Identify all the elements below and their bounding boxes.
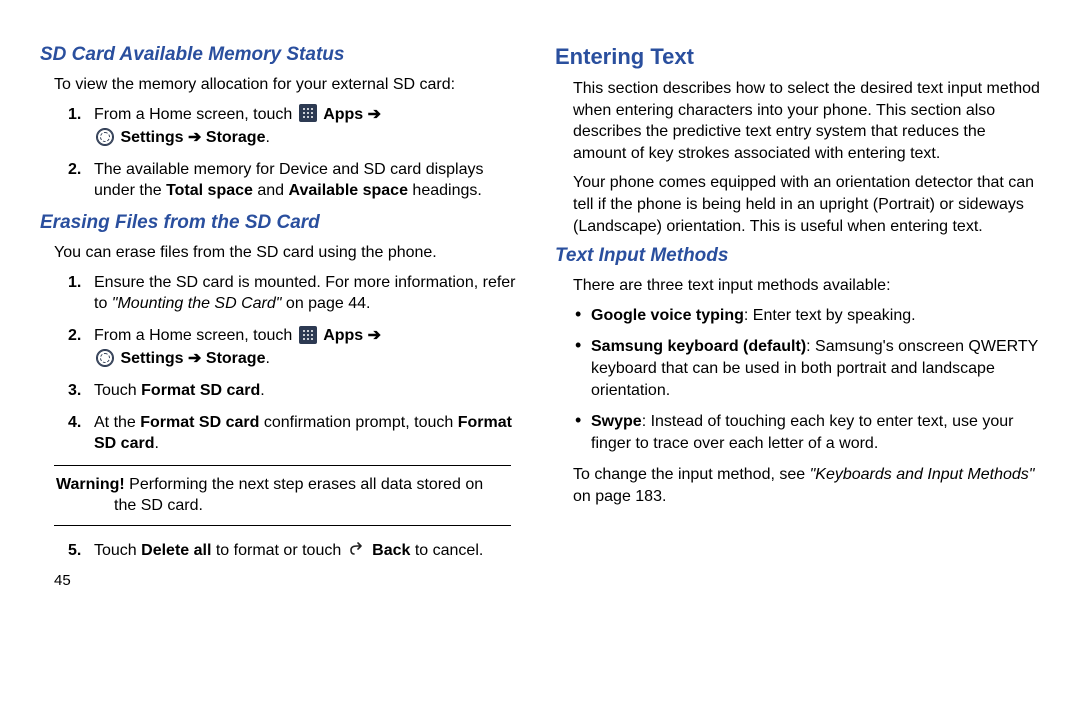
change-input-note: To change the input method, see "Keyboar…: [573, 464, 1040, 507]
arrow-icon: ➔: [188, 350, 201, 367]
step-number: 2.: [68, 159, 81, 181]
heading-erasing: Erasing Files from the SD Card: [40, 212, 525, 234]
heading-input-methods: Text Input Methods: [555, 245, 1040, 267]
back-icon: [348, 541, 366, 559]
input-methods-list: Google voice typing: Enter text by speak…: [573, 305, 1040, 455]
step-number: 1.: [68, 104, 81, 126]
arrow-icon: ➔: [368, 106, 381, 123]
erasing-steps-cont: 5. Touch Delete all to format or touch B…: [68, 540, 525, 562]
step-number: 4.: [68, 412, 81, 434]
list-item: Swype: Instead of touching each key to e…: [573, 411, 1040, 454]
warning-text-line2: the SD card.: [56, 495, 509, 517]
apps-icon: [299, 104, 317, 122]
step-text: From a Home screen, touch: [94, 106, 297, 123]
settings-icon: [96, 349, 114, 367]
input-methods-intro: There are three text input methods avail…: [573, 275, 1040, 297]
step-number: 2.: [68, 325, 81, 347]
step-3: 3. Touch Format SD card.: [68, 380, 525, 402]
apps-label: Apps: [323, 106, 363, 123]
manual-page: SD Card Available Memory Status To view …: [0, 0, 1080, 720]
list-item: Google voice typing: Enter text by speak…: [573, 305, 1040, 327]
list-item: Samsung keyboard (default): Samsung's on…: [573, 336, 1040, 401]
sd-status-intro: To view the memory allocation for your e…: [54, 74, 525, 96]
arrow-icon: ➔: [368, 327, 381, 344]
left-column: SD Card Available Memory Status To view …: [40, 40, 525, 700]
step-1: 1. Ensure the SD card is mounted. For mo…: [68, 272, 525, 315]
settings-label: Settings: [120, 129, 183, 146]
apps-icon: [299, 326, 317, 344]
sd-status-steps: 1. From a Home screen, touch Apps ➔ Sett…: [68, 104, 525, 202]
entering-text-p2: Your phone comes equipped with an orient…: [573, 172, 1040, 237]
right-column: Entering Text This section describes how…: [555, 40, 1040, 700]
entering-text-p1: This section describes how to select the…: [573, 78, 1040, 164]
settings-icon: [96, 128, 114, 146]
step-number: 1.: [68, 272, 81, 294]
step-2: 2. The available memory for Device and S…: [68, 159, 525, 202]
storage-label: Storage: [206, 129, 266, 146]
erasing-intro: You can erase files from the SD card usi…: [54, 242, 525, 264]
step-number: 3.: [68, 380, 81, 402]
arrow-icon: ➔: [188, 129, 201, 146]
step-4: 4. At the Format SD card confirmation pr…: [68, 412, 525, 455]
warning-text: Performing the next step erases all data…: [125, 476, 483, 493]
page-number: 45: [54, 572, 525, 589]
step-number: 5.: [68, 540, 81, 562]
step-5: 5. Touch Delete all to format or touch B…: [68, 540, 525, 562]
step-1: 1. From a Home screen, touch Apps ➔ Sett…: [68, 104, 525, 149]
heading-sd-status: SD Card Available Memory Status: [40, 44, 525, 66]
heading-entering-text: Entering Text: [555, 44, 1040, 70]
warning-box: Warning! Performing the next step erases…: [54, 465, 511, 526]
step-2: 2. From a Home screen, touch Apps ➔ Sett…: [68, 325, 525, 370]
warning-label: Warning!: [56, 476, 125, 493]
erasing-steps: 1. Ensure the SD card is mounted. For mo…: [68, 272, 525, 455]
